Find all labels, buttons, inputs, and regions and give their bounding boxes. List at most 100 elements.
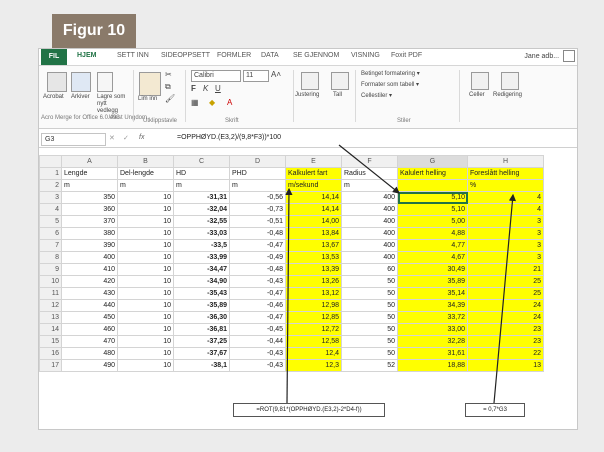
bold-icon[interactable]: F bbox=[191, 84, 196, 93]
cell-kalulert-helling[interactable]: 5,10 bbox=[397, 203, 468, 216]
alignment-icon[interactable] bbox=[301, 72, 319, 90]
tab-se-gjennom[interactable]: SE GJENNOM bbox=[293, 52, 339, 59]
cell-del-lengde[interactable]: 10 bbox=[117, 227, 174, 240]
cell-phd[interactable]: -0,47 bbox=[229, 239, 286, 252]
row-header[interactable]: 4 bbox=[39, 203, 62, 216]
cell-kalkulert-fart[interactable]: 13,12 bbox=[285, 287, 342, 300]
paste-icon[interactable] bbox=[139, 72, 161, 96]
cell-hd[interactable]: -37,67 bbox=[173, 347, 230, 360]
cell-header-del-lengde[interactable]: Del-lengde bbox=[117, 167, 174, 180]
cell-radius[interactable]: 50 bbox=[341, 311, 398, 324]
cell-lengde[interactable]: 470 bbox=[61, 335, 118, 348]
cell-kalkulert-fart[interactable]: 14,14 bbox=[285, 203, 342, 216]
cell-del-lengde[interactable]: 10 bbox=[117, 275, 174, 288]
cell-kalulert-helling[interactable]: 4,67 bbox=[397, 251, 468, 264]
cell-radius[interactable]: 50 bbox=[341, 299, 398, 312]
cell-header-foreslatt-helling[interactable]: Foreslått helling bbox=[467, 167, 544, 180]
cell-kalulert-helling[interactable]: 35,14 bbox=[397, 287, 468, 300]
cell-kalkulert-fart[interactable]: 12,72 bbox=[285, 323, 342, 336]
cell-hd[interactable]: -35,43 bbox=[173, 287, 230, 300]
cell-lengde[interactable]: 490 bbox=[61, 359, 118, 372]
row-header[interactable]: 17 bbox=[39, 359, 62, 372]
cell-kalkulert-fart[interactable]: 13,53 bbox=[285, 251, 342, 264]
cell-radius[interactable]: 400 bbox=[341, 227, 398, 240]
borders-icon[interactable]: ▦ bbox=[191, 98, 199, 107]
confirm-icon[interactable]: ✓ bbox=[123, 134, 129, 142]
format-as-table-button[interactable]: Formater som tabell ▾ bbox=[361, 81, 419, 88]
cell-lengde[interactable]: 460 bbox=[61, 323, 118, 336]
cell-del-lengde[interactable]: 10 bbox=[117, 359, 174, 372]
cell-foreslatt-helling[interactable]: 25 bbox=[467, 275, 544, 288]
cell-del-lengde[interactable]: 10 bbox=[117, 263, 174, 276]
cell-phd[interactable]: -0,43 bbox=[229, 359, 286, 372]
number-icon[interactable] bbox=[331, 72, 349, 90]
font-size-select[interactable]: 11 bbox=[243, 70, 269, 82]
cell-del-lengde[interactable]: 10 bbox=[117, 215, 174, 228]
cell-foreslatt-helling[interactable]: 3 bbox=[467, 251, 544, 264]
format-painter-icon[interactable]: 🖌 bbox=[165, 94, 175, 103]
cell-phd[interactable]: -0,47 bbox=[229, 311, 286, 324]
tab-fil[interactable]: FIL bbox=[41, 49, 67, 65]
cell-kalulert-helling[interactable]: 33,72 bbox=[397, 311, 468, 324]
cell-unit[interactable]: m bbox=[341, 179, 398, 192]
cell-phd[interactable]: -0,47 bbox=[229, 287, 286, 300]
cell-hd[interactable]: -33,5 bbox=[173, 239, 230, 252]
cell-kalulert-helling[interactable]: 4,88 bbox=[397, 227, 468, 240]
row-header[interactable]: 12 bbox=[39, 299, 62, 312]
row-header[interactable]: 16 bbox=[39, 347, 62, 360]
italic-icon[interactable]: K bbox=[203, 84, 208, 93]
cell-foreslatt-helling[interactable]: 24 bbox=[467, 311, 544, 324]
copy-icon[interactable]: ⧉ bbox=[165, 82, 171, 92]
cell-phd[interactable]: -0,48 bbox=[229, 263, 286, 276]
row-header[interactable]: 13 bbox=[39, 311, 62, 324]
formula-input[interactable]: =OPPHØYD.(E3,2)/(9,8*F3))*100 bbox=[177, 134, 281, 141]
tab-hjem[interactable]: HJEM bbox=[77, 52, 96, 59]
cell-header-lengde[interactable]: Lengde bbox=[61, 167, 118, 180]
cell-header-hd[interactable]: HD bbox=[173, 167, 230, 180]
cell-phd[interactable]: -0,43 bbox=[229, 347, 286, 360]
cell-del-lengde[interactable]: 10 bbox=[117, 251, 174, 264]
cut-icon[interactable]: ✂ bbox=[165, 70, 172, 79]
cell-radius[interactable]: 52 bbox=[341, 359, 398, 372]
cell-lengde[interactable]: 360 bbox=[61, 203, 118, 216]
cell-hd[interactable]: -37,25 bbox=[173, 335, 230, 348]
tab-sideoppsett[interactable]: SIDEOPPSETT bbox=[161, 52, 210, 59]
cell-kalkulert-fart[interactable]: 12,3 bbox=[285, 359, 342, 372]
cell-del-lengde[interactable]: 10 bbox=[117, 347, 174, 360]
cell-radius[interactable]: 60 bbox=[341, 263, 398, 276]
cell-del-lengde[interactable]: 10 bbox=[117, 287, 174, 300]
cell-phd[interactable]: -0,45 bbox=[229, 323, 286, 336]
cell-kalulert-helling[interactable]: 32,28 bbox=[397, 335, 468, 348]
font-color-icon[interactable]: A bbox=[227, 98, 232, 107]
cell-foreslatt-helling[interactable]: 3 bbox=[467, 227, 544, 240]
cell-foreslatt-helling[interactable]: 3 bbox=[467, 215, 544, 228]
cell-radius[interactable]: 50 bbox=[341, 335, 398, 348]
cell-foreslatt-helling[interactable]: 13 bbox=[467, 359, 544, 372]
cell-hd[interactable]: -33,99 bbox=[173, 251, 230, 264]
cell-kalulert-helling[interactable]: 35,89 bbox=[397, 275, 468, 288]
column-header-c[interactable]: C bbox=[173, 155, 230, 168]
row-header[interactable]: 15 bbox=[39, 335, 62, 348]
cell-hd[interactable]: -31,31 bbox=[173, 191, 230, 204]
cell-kalkulert-fart[interactable]: 12,98 bbox=[285, 299, 342, 312]
cell-lengde[interactable]: 350 bbox=[61, 191, 118, 204]
cell-phd[interactable]: -0,49 bbox=[229, 251, 286, 264]
cell-hd[interactable]: -36,81 bbox=[173, 323, 230, 336]
cell-radius[interactable]: 400 bbox=[341, 239, 398, 252]
cell-hd[interactable]: -34,47 bbox=[173, 263, 230, 276]
fx-icon[interactable]: fx bbox=[139, 134, 144, 141]
row-header[interactable]: 10 bbox=[39, 275, 62, 288]
cell-foreslatt-helling[interactable]: 4 bbox=[467, 191, 544, 204]
cell-del-lengde[interactable]: 10 bbox=[117, 191, 174, 204]
tab-foxit[interactable]: Foxit PDF bbox=[391, 52, 422, 59]
cell-del-lengde[interactable]: 10 bbox=[117, 323, 174, 336]
tab-data[interactable]: DATA bbox=[261, 52, 279, 59]
pdf-icon[interactable] bbox=[47, 72, 67, 92]
cell-radius[interactable]: 50 bbox=[341, 275, 398, 288]
row-header[interactable]: 9 bbox=[39, 263, 62, 276]
cell-kalulert-helling[interactable]: 18,88 bbox=[397, 359, 468, 372]
column-header-g[interactable]: G bbox=[397, 155, 468, 168]
column-header-e[interactable]: E bbox=[285, 155, 342, 168]
user-account[interactable]: Jane adb... bbox=[524, 50, 575, 62]
cell-unit[interactable]: m bbox=[173, 179, 230, 192]
